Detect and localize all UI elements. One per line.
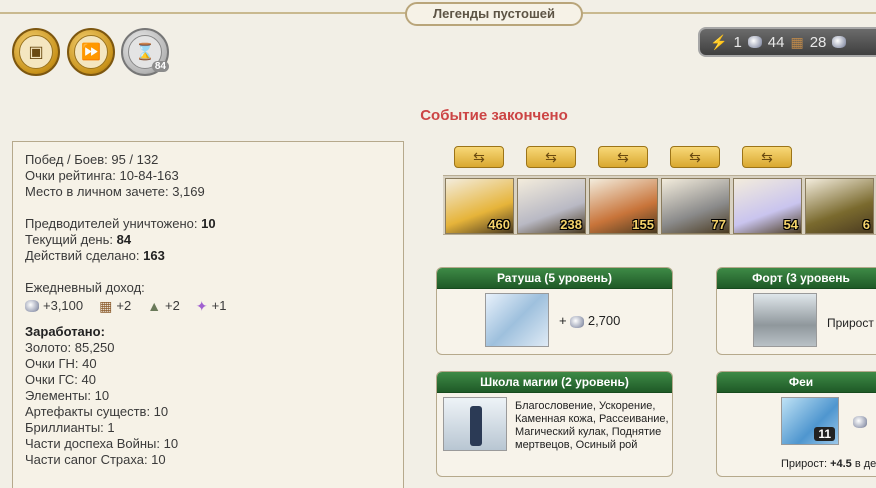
fairy-count: 11 (814, 427, 835, 441)
spell-list: Благословение, Ускорение, Каменная кожа,… (515, 400, 669, 451)
earned-title: Заработано: (25, 324, 105, 339)
fairy-icon: 11 (781, 397, 839, 445)
hero-count: 77 (711, 217, 726, 232)
crystal-icon (25, 300, 39, 312)
swap-icon: ⇆ (761, 149, 773, 165)
earned-war-armor: Части доспеха Войны: 10 (25, 436, 179, 451)
swap-icon: ⇆ (473, 149, 485, 165)
income-planks: +2 (116, 298, 132, 313)
swap-button-3[interactable]: ⇆ (598, 146, 648, 168)
fort-card[interactable]: Форт (3 уровень Прирост (716, 267, 876, 355)
crystal-value: 44 (767, 33, 785, 51)
fort-title: Форт (3 уровень (717, 268, 876, 289)
hero-slot-5[interactable]: 54 (733, 178, 802, 234)
swap-button-1[interactable]: ⇆ (454, 146, 504, 168)
crystal-icon (853, 416, 867, 428)
map-scroll-icon: ▣ (19, 35, 53, 69)
earned-creature-artifacts: Артефакты существ: 10 (25, 404, 169, 419)
income-ore: +2 (165, 298, 180, 313)
hero-count: 155 (632, 217, 654, 232)
swap-icon: ⇆ (545, 149, 557, 165)
income-title: Ежедневный доход: (25, 280, 145, 295)
hero-slot-2[interactable]: 238 (517, 178, 586, 234)
hero-count: 460 (488, 217, 510, 232)
earned-diamonds: Бриллианты: 1 (25, 420, 115, 435)
hero-slots: 460 238 155 77 54 6 (443, 175, 876, 235)
current-day: Текущий день: 84 (25, 232, 132, 247)
planks-value: 28 (809, 33, 827, 51)
magic-school-title: Школа магии (2 уровень) (437, 372, 672, 393)
energy-value: 1 (733, 33, 742, 51)
map-button[interactable]: ▣ (12, 28, 60, 76)
personal-place: Место в личном зачете: 3,169 (25, 184, 205, 199)
fort-growth: Прирост (827, 316, 874, 330)
actions-done: Действий сделано: 163 (25, 248, 165, 263)
townhall-card[interactable]: Ратуша (5 уровень) + 2,700 (436, 267, 673, 355)
page-title: Легенды пустошей (405, 2, 583, 26)
fairies-growth: Прирост: +4.5 в де (781, 458, 876, 470)
planks-icon: ▦ (790, 33, 804, 50)
hero-slot-3[interactable]: 155 (589, 178, 658, 234)
townhall-title: Ратуша (5 уровень) (437, 268, 672, 289)
crystal-icon (570, 315, 585, 328)
planks-icon: ▦ (99, 298, 113, 314)
magic-tower-icon (443, 397, 507, 451)
swap-icon: ⇆ (617, 149, 629, 165)
fairies-title: Феи (717, 372, 876, 393)
earned-gn-points: Очки ГН: 40 (25, 356, 97, 371)
swap-button-2[interactable]: ⇆ (526, 146, 576, 168)
townhall-income: + 2,700 (559, 313, 621, 328)
income-crystals: +3,100 (43, 298, 84, 313)
gem-icon: ✦ (195, 298, 208, 314)
swap-button-4[interactable]: ⇆ (670, 146, 720, 168)
earned-fear-boots: Части сапог Страха: 10 (25, 452, 166, 467)
event-status: Событие закончено (420, 107, 568, 124)
earned-elements: Элементы: 10 (25, 388, 110, 403)
stats-panel: Побед / Боев: 95 / 132 Очки рейтинга: 10… (12, 141, 404, 488)
swap-icon: ⇆ (689, 149, 701, 165)
resource-extra-icon (832, 36, 847, 48)
castle-icon (753, 293, 817, 347)
fairies-card[interactable]: Феи 11 Прирост: +4.5 в де (716, 371, 876, 477)
wins-battles: Побед / Боев: 95 / 132 (25, 152, 159, 167)
hero-slot-1[interactable]: 460 (445, 178, 514, 234)
fast-forward-button[interactable]: ⏩ (67, 28, 115, 76)
earned-gs-points: Очки ГС: 40 (25, 372, 96, 387)
crystal-icon (747, 36, 762, 48)
hero-count: 6 (862, 217, 870, 232)
fast-forward-icon: ⏩ (74, 35, 108, 69)
townhall-icon (485, 293, 549, 347)
hero-slot-4[interactable]: 77 (661, 178, 730, 234)
hero-slot-6[interactable]: 6 (805, 178, 874, 234)
lightning-icon: ⚡ (710, 33, 728, 50)
rating-points: Очки рейтинга: 10-84-163 (25, 168, 179, 183)
leaders-destroyed: Предводителей уничтожено: 10 (25, 216, 216, 231)
magic-school-card[interactable]: Школа магии (2 уровень) Благословение, У… (436, 371, 673, 477)
hero-count: 238 (560, 217, 582, 232)
hourglass-button[interactable]: ⌛ 84 (121, 28, 169, 76)
hourglass-count: 84 (151, 61, 169, 72)
ore-icon: ▲ (147, 298, 162, 314)
income-gems: +1 (211, 298, 227, 313)
hero-count: 54 (783, 217, 798, 232)
income-row: +3,100 ▦ +2 ▲ +2 ✦ +1 (25, 298, 391, 314)
earned-gold: Золото: 85,250 (25, 340, 115, 355)
swap-button-5[interactable]: ⇆ (742, 146, 792, 168)
resource-bar: ⚡ 1 44 ▦ 28 (698, 27, 876, 57)
